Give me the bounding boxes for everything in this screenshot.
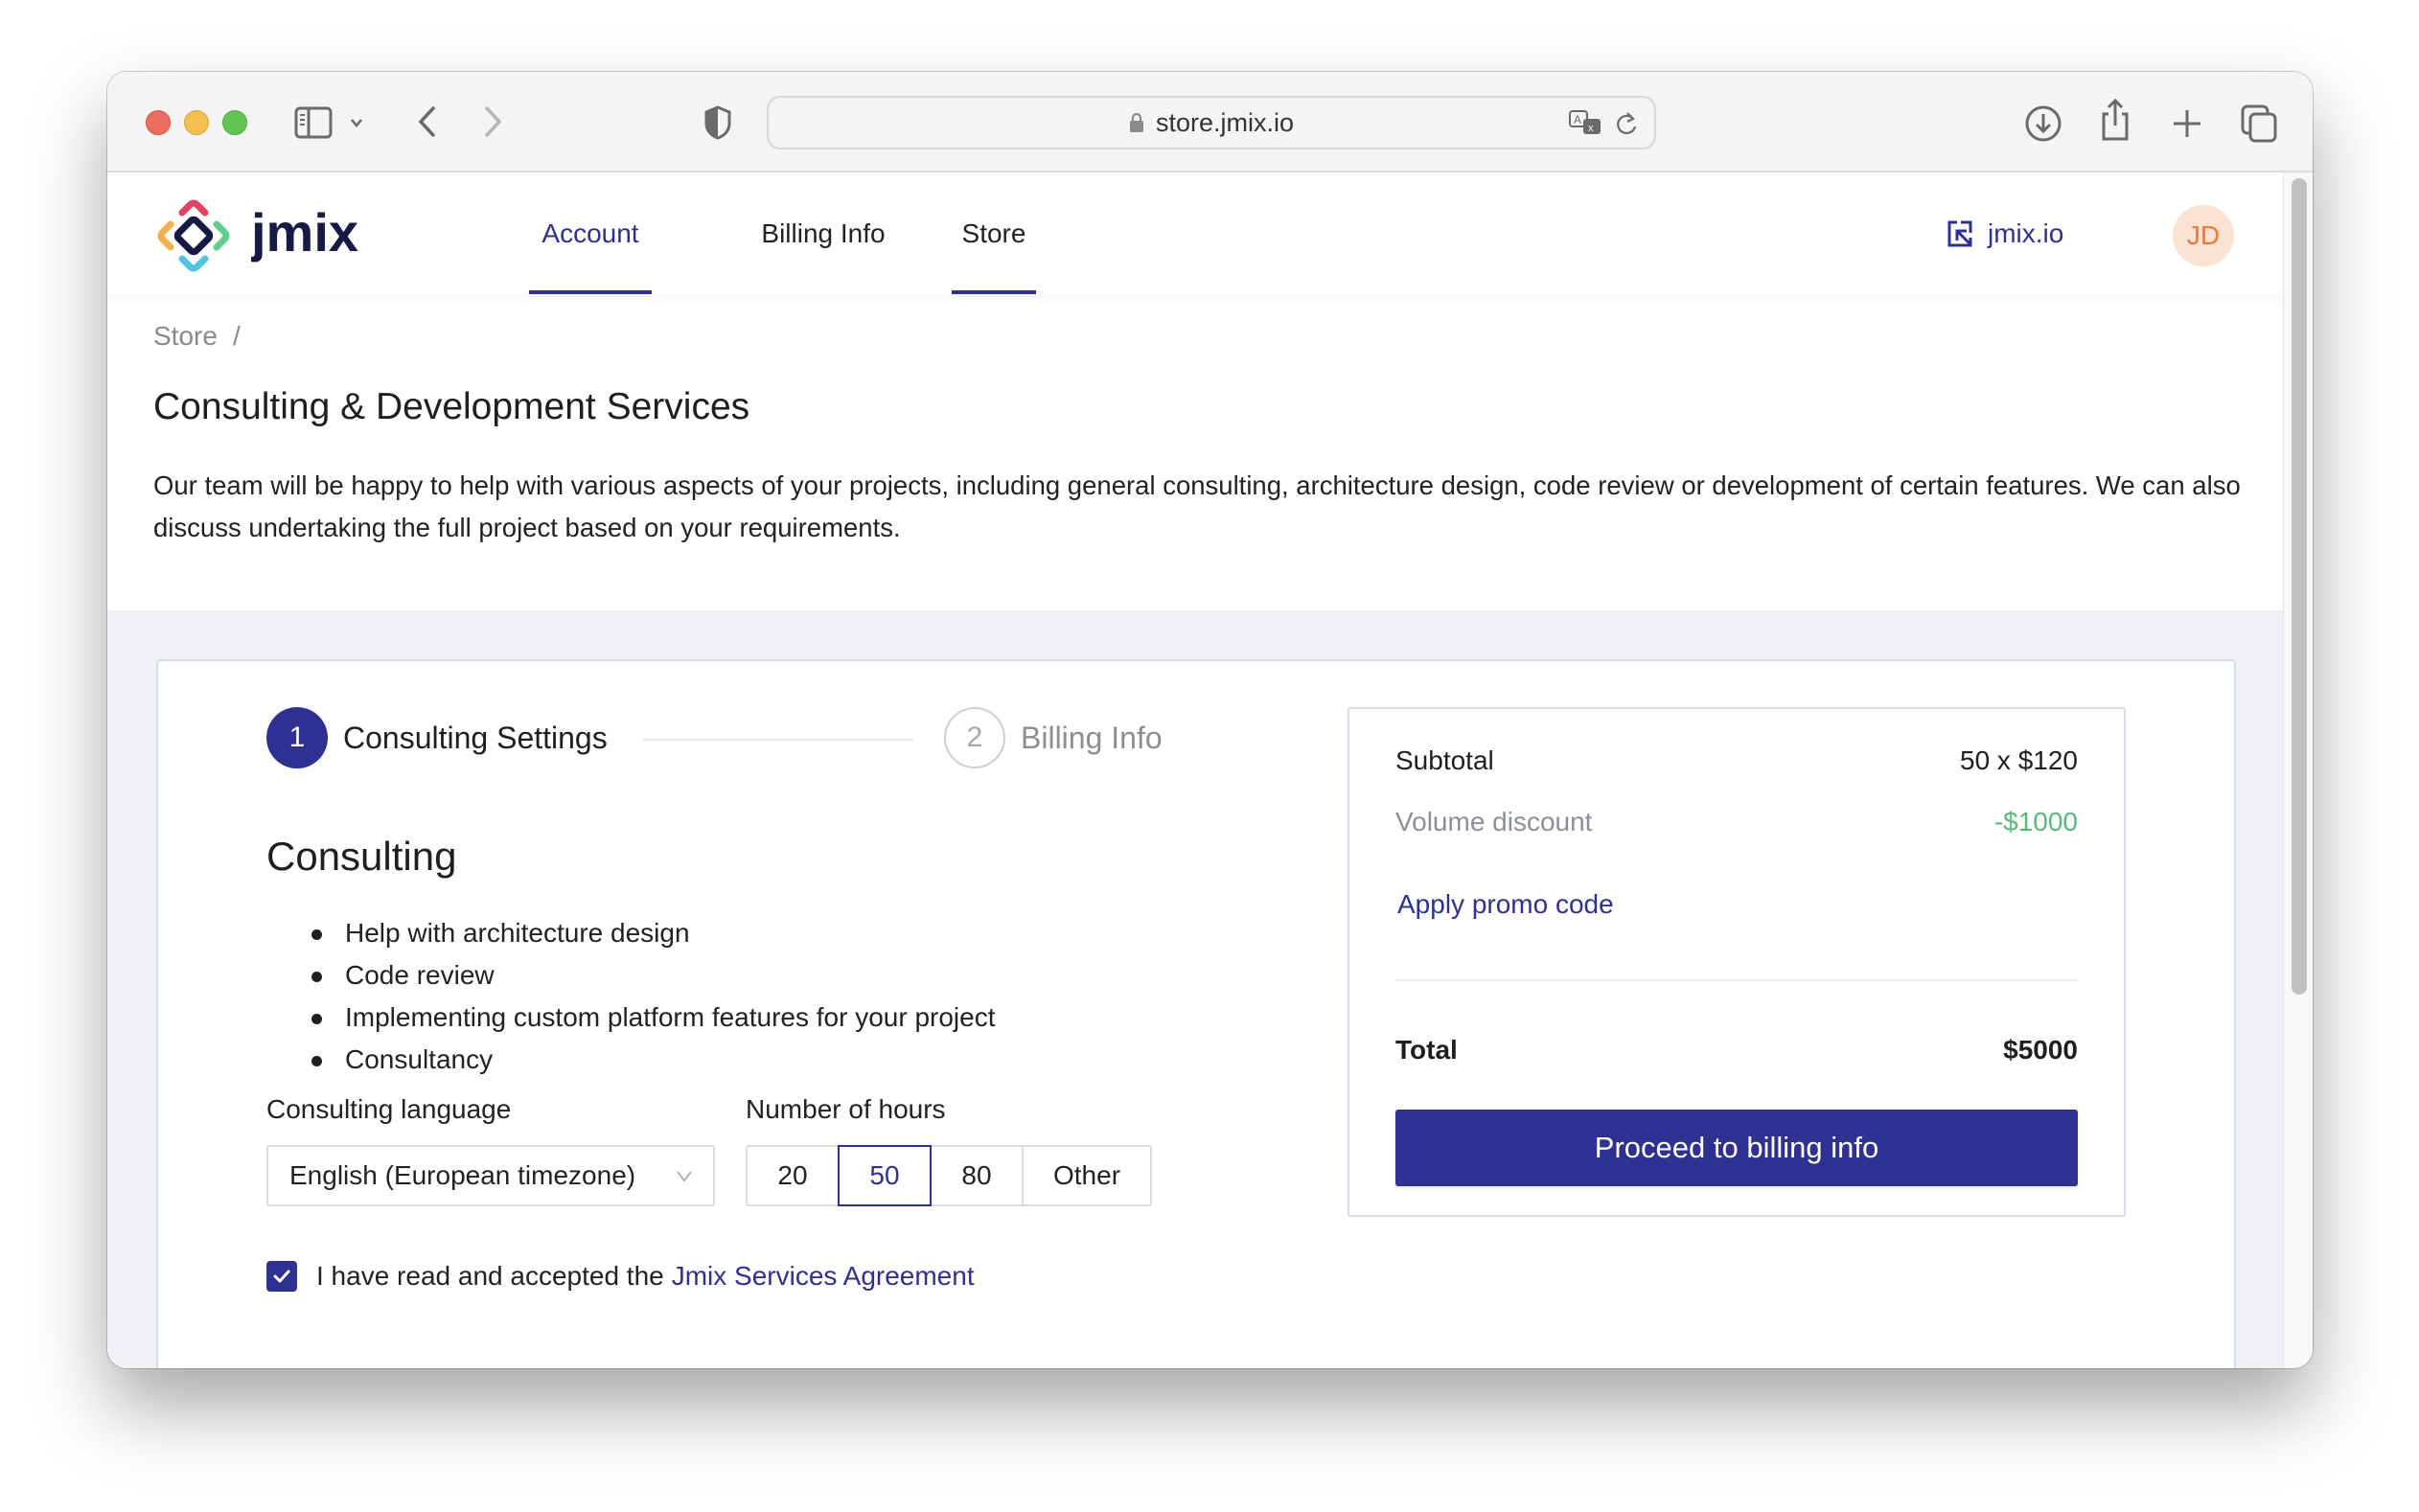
- site-header: jmix Account Billing Info Store jmix.io …: [107, 172, 2283, 294]
- share-icon[interactable]: [2096, 97, 2134, 143]
- hours-option-other[interactable]: Other: [1022, 1145, 1152, 1206]
- jmix-io-link-label: jmix.io: [1988, 218, 2064, 248]
- section-title: Consulting: [266, 834, 457, 879]
- total-label: Total: [1395, 1035, 1458, 1065]
- step-billing-info[interactable]: 2 Billing Info: [944, 707, 1163, 768]
- step-consulting-settings[interactable]: 1 Consulting Settings: [266, 707, 608, 768]
- step-number-badge: 2: [944, 707, 1005, 768]
- breadcrumb-store[interactable]: Store: [153, 321, 218, 352]
- svg-text:jmix: jmix: [251, 207, 358, 263]
- hours-option-80[interactable]: 80: [930, 1145, 1024, 1206]
- apply-promo-code-link[interactable]: Apply promo code: [1397, 889, 1614, 920]
- jmix-io-link[interactable]: jmix.io: [1946, 211, 2063, 257]
- discount-label: Volume discount: [1395, 807, 1593, 836]
- svg-text:A: A: [1574, 113, 1581, 126]
- services-agreement-link[interactable]: Jmix Services Agreement: [672, 1261, 975, 1292]
- features-list: Help with architecture design Code revie…: [311, 912, 996, 1081]
- zoom-window-button[interactable]: [222, 110, 247, 135]
- chevron-left-icon[interactable]: [412, 103, 441, 141]
- address-bar[interactable]: store.jmix.io Ax: [767, 96, 1656, 149]
- avatar-initials: JD: [2186, 220, 2221, 250]
- nav-account[interactable]: Account: [529, 172, 652, 294]
- plus-icon[interactable]: [2168, 104, 2206, 143]
- translate-icon[interactable]: Ax: [1568, 109, 1604, 138]
- list-item: Code review: [311, 954, 996, 997]
- reload-icon[interactable]: [1614, 109, 1641, 138]
- proceed-to-billing-button[interactable]: Proceed to billing info: [1395, 1110, 2078, 1186]
- browser-window: store.jmix.io Ax jmix Account Billing In…: [107, 72, 2313, 1368]
- close-window-button[interactable]: [146, 110, 171, 135]
- step-label: Billing Info: [1021, 720, 1163, 755]
- svg-text:x: x: [1588, 123, 1594, 134]
- subtotal-label: Subtotal: [1395, 745, 1494, 775]
- sidebar-icon[interactable]: [294, 106, 333, 139]
- list-item: Implementing custom platform features fo…: [311, 997, 996, 1039]
- hours-segmented-control: 20 50 80 Other: [746, 1145, 1152, 1206]
- scrollbar-thumb[interactable]: [2292, 178, 2307, 995]
- discount-row: Volume discount -$1000: [1395, 807, 2078, 837]
- jmix-logo[interactable]: jmix: [153, 195, 412, 276]
- agreement-row: I have read and accepted the Jmix Servic…: [266, 1261, 975, 1292]
- tabs-icon[interactable]: [2239, 103, 2279, 145]
- lock-icon: [1129, 112, 1143, 132]
- check-icon: [273, 1270, 290, 1283]
- agreement-text: I have read and accepted the: [316, 1261, 664, 1291]
- nav-active-underline: [529, 290, 652, 294]
- step-connector: [643, 739, 913, 741]
- agreement-checkbox[interactable]: [266, 1261, 297, 1292]
- page-title: Consulting & Development Services: [153, 386, 750, 427]
- external-link-icon: [1947, 220, 1972, 247]
- chevron-down-icon[interactable]: [347, 110, 366, 135]
- breadcrumb: Store /: [153, 321, 241, 352]
- list-item: Consultancy: [311, 1039, 996, 1081]
- vertical-scrollbar[interactable]: [2283, 172, 2313, 1368]
- summary-divider: [1395, 979, 2078, 981]
- total-row: Total $5000: [1395, 1035, 2078, 1065]
- nav-billing-info-label: Billing Info: [761, 218, 886, 248]
- url-text: store.jmix.io: [1155, 107, 1295, 137]
- page-description: Our team will be happy to help with vari…: [153, 470, 2241, 542]
- subtotal-value: 50 x $120: [1960, 745, 2078, 775]
- nav-store-label: Store: [961, 218, 1026, 248]
- subtotal-row: Subtotal 50 x $120: [1395, 745, 2078, 776]
- order-summary: Subtotal 50 x $120 Volume discount -$100…: [1348, 707, 2126, 1217]
- order-card: 1 Consulting Settings 2 Billing Info Con…: [156, 659, 2236, 1368]
- chevron-right-icon[interactable]: [479, 103, 508, 141]
- chevron-down-icon: [677, 1171, 692, 1182]
- hours-label: Number of hours: [746, 1094, 946, 1124]
- hours-option-50[interactable]: 50: [838, 1145, 932, 1206]
- nav-account-label: Account: [541, 218, 639, 248]
- jmix-logo-mark-icon: [157, 199, 230, 272]
- step-label: Consulting Settings: [343, 720, 608, 755]
- hours-option-20[interactable]: 20: [746, 1145, 840, 1206]
- download-icon[interactable]: [2024, 104, 2062, 143]
- step-number-badge: 1: [266, 707, 328, 768]
- language-select[interactable]: English (European timezone): [266, 1145, 715, 1206]
- shield-icon[interactable]: [702, 104, 734, 141]
- nav-store[interactable]: Store: [952, 172, 1036, 294]
- list-item: Help with architecture design: [311, 912, 996, 954]
- jmix-wordmark: jmix: [251, 207, 358, 263]
- nav-store-underline: [952, 290, 1036, 294]
- discount-value: -$1000: [1993, 807, 2078, 836]
- breadcrumb-separator: /: [232, 321, 241, 351]
- page-viewport: jmix Account Billing Info Store jmix.io …: [107, 172, 2283, 1368]
- browser-toolbar: store.jmix.io Ax: [107, 72, 2313, 172]
- intro-section: Store / Consulting & Development Service…: [107, 294, 2283, 610]
- user-avatar[interactable]: JD: [2173, 205, 2234, 266]
- language-select-value: English (European timezone): [289, 1160, 636, 1190]
- language-label: Consulting language: [266, 1094, 512, 1124]
- total-value: $5000: [2003, 1035, 2078, 1065]
- minimize-window-button[interactable]: [184, 110, 209, 135]
- nav-billing-info[interactable]: Billing Info: [730, 172, 916, 294]
